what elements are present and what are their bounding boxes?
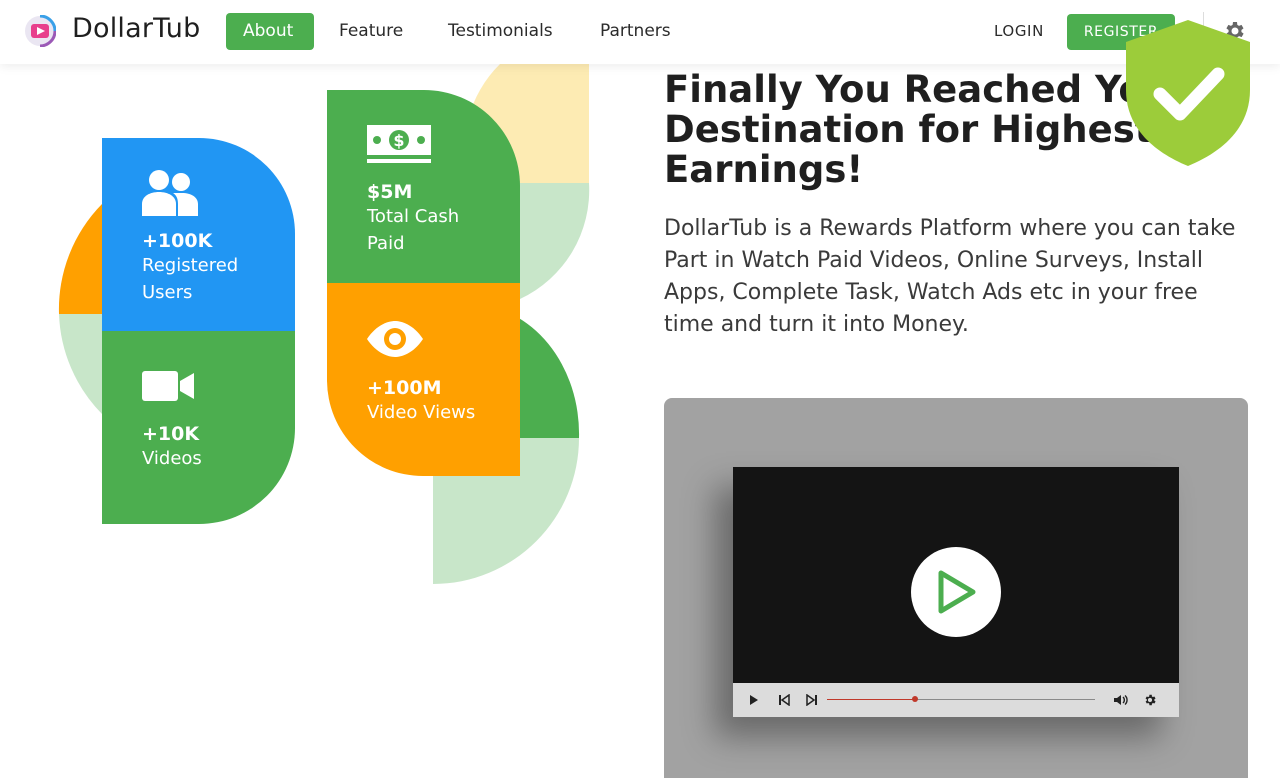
nav-link-about[interactable]: About: [226, 13, 314, 50]
svg-text:$: $: [393, 131, 404, 150]
stat-label: Videos: [142, 448, 202, 469]
login-link[interactable]: LOGIN: [994, 22, 1044, 40]
hero-decoration: [58, 64, 590, 584]
video-player[interactable]: [733, 467, 1179, 717]
logo-icon[interactable]: [24, 15, 56, 47]
skip-forward-icon[interactable]: [806, 694, 818, 706]
nav-link-feature[interactable]: Feature: [322, 13, 420, 50]
nav-link-partners[interactable]: Partners: [583, 13, 688, 50]
nav-link-testimonials[interactable]: Testimonials: [431, 13, 570, 50]
seek-handle[interactable]: [912, 696, 918, 702]
shield-check-icon: [1126, 20, 1250, 166]
brand-name[interactable]: DollarTub: [72, 13, 200, 44]
stat-label: Video Views: [367, 402, 476, 423]
stat-card-views: +100M Video Views: [327, 283, 520, 476]
video-section: [664, 398, 1248, 778]
play-button[interactable]: [911, 547, 1001, 637]
stat-card-videos: +10K Videos: [102, 331, 295, 524]
top-navbar: DollarTub About Feature Testimonials Par…: [0, 0, 1280, 64]
seek-progress: [827, 699, 915, 700]
hero-description: DollarTub is a Rewards Platform where yo…: [664, 216, 1236, 337]
volume-icon[interactable]: [1114, 694, 1128, 706]
stat-label: Registered Users: [142, 255, 239, 303]
video-controls: [733, 683, 1179, 717]
stat-card-cash: $ $5M Total Cash Paid: [327, 90, 520, 283]
users-icon: [142, 170, 198, 216]
eye-icon: [367, 321, 423, 357]
cash-icon: $: [367, 125, 431, 163]
video-camera-icon: [142, 371, 194, 401]
stat-value: $5M: [367, 181, 413, 203]
stat-value: +10K: [142, 423, 200, 445]
stat-label: Total Cash Paid: [367, 206, 460, 254]
stat-value: +100K: [142, 230, 213, 252]
skip-back-icon[interactable]: [778, 694, 790, 706]
play-icon: [938, 570, 976, 614]
stat-card-users: +100K Registered Users: [102, 138, 295, 331]
control-play-icon[interactable]: [749, 694, 759, 706]
settings-icon[interactable]: [1143, 693, 1157, 707]
stat-value: +100M: [367, 377, 442, 399]
